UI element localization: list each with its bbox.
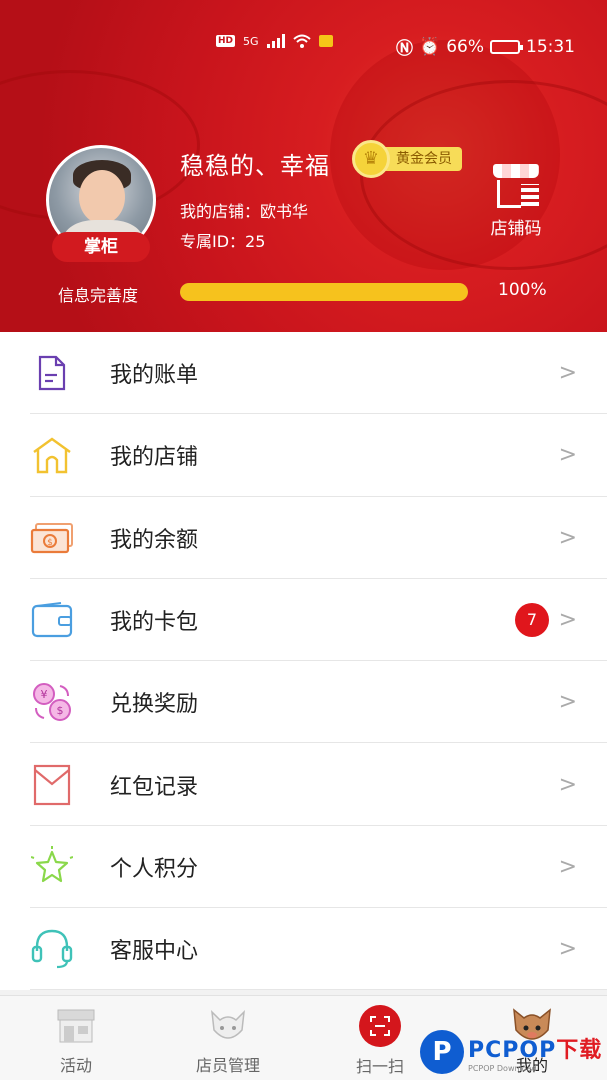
svg-text:$: $ bbox=[57, 704, 64, 717]
chevron-right-icon: > bbox=[558, 854, 577, 880]
app-screen: HD 5G Ⓝ ⏰ 66% 15:31 掌柜 稳稳的、幸福 ♛ 黄金会员 我的店… bbox=[0, 0, 607, 1080]
store-code-button[interactable]: 店铺码 bbox=[484, 164, 548, 239]
chevron-right-icon: > bbox=[558, 607, 577, 633]
menu-item-rewards[interactable]: ¥ $ 兑换奖励 > bbox=[0, 661, 607, 744]
star-icon bbox=[30, 845, 74, 889]
completeness-label: 信息完善度 bbox=[58, 286, 139, 305]
menu-item-red-packets[interactable]: 红包记录 > bbox=[0, 743, 607, 827]
tab-activity[interactable]: 活动 bbox=[16, 996, 136, 1080]
chevron-right-icon: > bbox=[558, 936, 577, 962]
menu-item-label: 我的余额 bbox=[110, 527, 199, 553]
chevron-right-icon: > bbox=[558, 772, 577, 798]
document-icon bbox=[30, 351, 74, 395]
status-bar: HD 5G Ⓝ ⏰ 66% 15:31 bbox=[0, 0, 607, 90]
chevron-right-icon: > bbox=[558, 360, 577, 386]
completeness-progress-bar bbox=[180, 283, 468, 301]
money-icon: $ bbox=[30, 516, 74, 560]
menu-item-store[interactable]: 我的店铺 > bbox=[0, 414, 607, 497]
menu-item-balance[interactable]: $ 我的余额 > bbox=[0, 497, 607, 580]
watermark-brand: PCPOP bbox=[468, 1037, 557, 1063]
tab-staff[interactable]: 店员管理 bbox=[168, 996, 288, 1080]
watermark-logo: P bbox=[420, 1030, 464, 1074]
menu-item-label: 个人积分 bbox=[110, 856, 199, 882]
menu-list: 我的账单 > 我的店铺 > $ 我的余额 > 我的卡包 7 > ¥ $ 兑换奖励… bbox=[0, 332, 607, 991]
menu-item-points[interactable]: 个人积分 > bbox=[0, 826, 607, 909]
clock: 15:31 bbox=[526, 36, 575, 57]
tab-label: 活动 bbox=[59, 1056, 92, 1075]
card-count-badge: 7 bbox=[515, 603, 549, 638]
menu-item-bills[interactable]: 我的账单 > bbox=[0, 332, 607, 415]
store-qr-icon bbox=[491, 164, 541, 210]
scan-icon bbox=[359, 1005, 401, 1047]
headset-icon bbox=[30, 927, 74, 971]
menu-item-label: 兑换奖励 bbox=[110, 692, 199, 718]
role-badge: 掌柜 bbox=[52, 232, 150, 262]
wallet-icon bbox=[30, 598, 74, 642]
menu-item-label: 我的卡包 bbox=[110, 610, 199, 636]
member-level-badge[interactable]: ♛ 黄金会员 bbox=[352, 140, 462, 178]
nfc-icon: Ⓝ bbox=[396, 39, 414, 59]
user-name: 稳稳的、幸福 bbox=[180, 152, 330, 180]
watermark-subtitle: PCPOP Download bbox=[468, 1063, 537, 1073]
alarm-icon: ⏰ bbox=[419, 36, 441, 57]
menu-item-cards[interactable]: 我的卡包 7 > bbox=[0, 579, 607, 662]
house-icon bbox=[30, 433, 74, 477]
network-type: 5G bbox=[243, 34, 259, 48]
completeness-progress-fill bbox=[180, 283, 468, 301]
profile-header: HD 5G Ⓝ ⏰ 66% 15:31 掌柜 稳稳的、幸福 ♛ 黄金会员 我的店… bbox=[0, 0, 607, 332]
hd-indicator: HD bbox=[216, 35, 236, 47]
svg-text:$: $ bbox=[47, 538, 53, 548]
shop-icon bbox=[54, 1006, 98, 1046]
store-code-label: 店铺码 bbox=[490, 219, 542, 239]
watermark: P PCPOP下载 PCPOP Download bbox=[420, 1024, 607, 1080]
watermark-suffix: 下载 bbox=[556, 1037, 603, 1063]
member-id: 专属ID：25 bbox=[180, 232, 266, 251]
app-notification-icon bbox=[318, 35, 333, 47]
chevron-right-icon: > bbox=[558, 525, 577, 551]
menu-item-label: 我的账单 bbox=[110, 363, 199, 389]
store-name: 我的店铺：欧书华 bbox=[180, 202, 309, 221]
battery-percent: 66% bbox=[446, 36, 484, 57]
staff-icon bbox=[206, 1006, 250, 1046]
battery-icon bbox=[490, 39, 523, 54]
member-level-label: 黄金会员 bbox=[380, 147, 462, 171]
menu-item-label: 红包记录 bbox=[110, 774, 199, 800]
crown-icon: ♛ bbox=[352, 140, 390, 178]
signal-icon bbox=[266, 34, 285, 48]
chevron-right-icon: > bbox=[558, 689, 577, 715]
chevron-right-icon: > bbox=[558, 442, 577, 468]
svg-text:¥: ¥ bbox=[41, 688, 48, 701]
tab-label: 店员管理 bbox=[195, 1056, 260, 1075]
menu-item-label: 我的店铺 bbox=[110, 445, 199, 471]
wifi-icon bbox=[292, 34, 311, 48]
menu-item-support[interactable]: 客服中心 > bbox=[0, 908, 607, 991]
envelope-icon bbox=[30, 763, 74, 807]
completeness-value: 100% bbox=[498, 280, 547, 300]
exchange-icon: ¥ $ bbox=[30, 680, 74, 724]
menu-item-label: 客服中心 bbox=[110, 939, 199, 965]
